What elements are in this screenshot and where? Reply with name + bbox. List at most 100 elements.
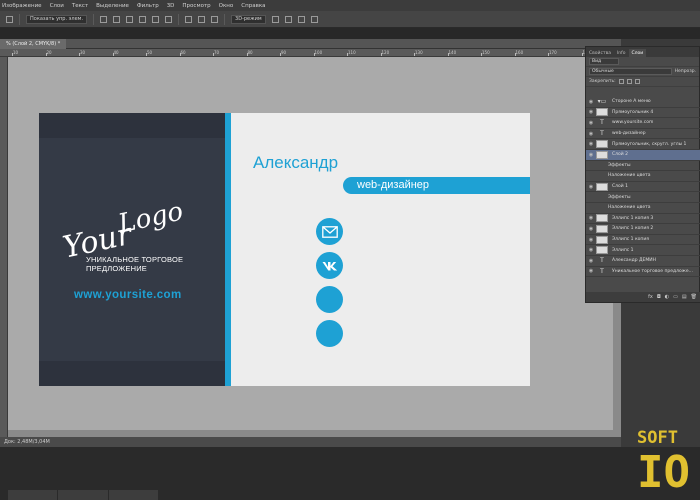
panel-tabs: Свойства Info Слои: [586, 47, 699, 57]
layer-thumbnail: [596, 214, 608, 223]
ruler-tick-label: 20: [46, 50, 52, 55]
layer-name: Наложение цвета: [608, 173, 651, 179]
visibility-eye-icon[interactable]: ◉: [586, 247, 596, 253]
kind-filter-select[interactable]: Вид: [589, 58, 619, 65]
menu-item[interactable]: Фильтр: [137, 3, 159, 9]
layer-row[interactable]: ◉ T Александр ДЕМИН: [586, 256, 700, 267]
lock-position-icon[interactable]: [626, 79, 632, 84]
panel-footer-button[interactable]: ◐: [665, 294, 669, 300]
3d-pan-icon[interactable]: [297, 15, 305, 23]
visibility-eye-icon[interactable]: ◉: [586, 109, 596, 115]
ruler-tick: [347, 53, 348, 56]
layer-name: Эллипс 1: [612, 247, 634, 253]
visibility-eye-icon[interactable]: ◉: [586, 184, 596, 190]
layer-thumbnail: [596, 182, 608, 191]
menu-item[interactable]: Справка: [241, 3, 265, 9]
scrollbar-horizontal[interactable]: [8, 430, 613, 437]
panel-footer-button[interactable]: ▤: [682, 294, 687, 300]
panel-footer-button[interactable]: ◘: [657, 294, 661, 300]
ruler-tick: [213, 53, 214, 56]
auto-select-option[interactable]: Показать упр. элем.: [26, 14, 88, 24]
layer-name: Слой 2: [612, 152, 628, 158]
tab-layers[interactable]: Слои: [628, 49, 647, 57]
panel-footer-button[interactable]: ▭: [673, 294, 678, 300]
visibility-eye-icon[interactable]: ◉: [586, 215, 596, 221]
layer-row[interactable]: ◉ T Уникальное торговое предложе...: [586, 267, 700, 278]
menu-item[interactable]: 3D: [167, 3, 175, 9]
layer-row[interactable]: ◉ Слой 2: [586, 149, 700, 161]
distribute-icon[interactable]: [198, 15, 206, 23]
bottom-tab[interactable]: [8, 490, 58, 500]
visibility-eye-icon[interactable]: ◉: [586, 226, 596, 232]
align-middle-icon[interactable]: [113, 15, 121, 23]
blank-circle-icon: [316, 286, 343, 313]
align-center-icon[interactable]: [152, 15, 160, 23]
layer-name: web-дизайнер: [612, 131, 646, 137]
blend-mode-select[interactable]: Обычные: [589, 68, 672, 75]
divider: [224, 13, 226, 25]
3d-rotate-icon[interactable]: [271, 15, 279, 23]
layer-thumbnail: [596, 224, 608, 233]
menu-item[interactable]: Просмотр: [182, 3, 210, 9]
document-tab[interactable]: % (Слой 2, CMYK/8) *: [0, 38, 67, 49]
layer-row[interactable]: ◉ Прямоугольник 4: [586, 108, 700, 119]
align-left-icon[interactable]: [139, 15, 147, 23]
3d-mode-option[interactable]: 3D-режим: [231, 14, 266, 24]
ruler-tick-label: 110: [348, 50, 356, 55]
menu-item[interactable]: Окно: [219, 3, 234, 9]
layer-row[interactable]: ◉ Tweb-дизайнер: [586, 129, 700, 140]
visibility-eye-icon[interactable]: ◉: [586, 99, 596, 105]
ruler-tick: [79, 53, 80, 56]
layer-thumbnail: [596, 140, 608, 149]
distribute-icon[interactable]: [211, 15, 219, 23]
layer-row[interactable]: ◉ Twww.yoursite.com: [586, 118, 700, 129]
align-right-icon[interactable]: [165, 15, 173, 23]
3d-slide-icon[interactable]: [310, 15, 318, 23]
menu-item[interactable]: Выделение: [96, 3, 129, 9]
layer-row[interactable]: ◉ Эллипс 1: [586, 245, 700, 256]
layer-row[interactable]: ◉ Эллипс 1 копия: [586, 235, 700, 246]
layer-row[interactable]: ◉ Слой 1: [586, 182, 700, 193]
bottom-tab[interactable]: [58, 490, 108, 500]
align-top-icon[interactable]: [100, 15, 108, 23]
visibility-eye-icon[interactable]: ◉: [586, 120, 596, 126]
folder-icon: ▾▭: [597, 98, 607, 106]
visibility-eye-icon[interactable]: ◉: [586, 258, 596, 264]
ruler-tick: [146, 53, 147, 56]
menu-item[interactable]: Текст: [72, 3, 88, 9]
ruler-tick: [481, 53, 482, 56]
lock-pixels-icon[interactable]: [618, 79, 624, 84]
layer-row[interactable]: Эффекты: [586, 192, 700, 203]
layer-name: www.yoursite.com: [612, 120, 654, 126]
layer-row[interactable]: ◉ Эллипс 1 копия 2: [586, 224, 700, 235]
menu-item[interactable]: Слои: [50, 3, 64, 9]
move-tool-icon[interactable]: [6, 15, 13, 23]
panel-footer-button[interactable]: 🗑: [691, 294, 697, 300]
bottom-tab[interactable]: [108, 490, 158, 500]
ruler-tick: [548, 53, 549, 56]
visibility-eye-icon[interactable]: ◉: [586, 141, 596, 147]
layer-row[interactable]: Наложение цвета: [586, 203, 700, 214]
layer-row[interactable]: Эффекты: [586, 161, 700, 172]
logo-word-your: Your: [61, 217, 136, 258]
3d-roll-icon[interactable]: [284, 15, 292, 23]
layer-row[interactable]: Наложение цвета: [586, 171, 700, 182]
lock-all-icon[interactable]: [634, 79, 640, 84]
tab-info[interactable]: Info: [614, 49, 629, 57]
visibility-eye-icon[interactable]: ◉: [586, 237, 596, 243]
menu-item[interactable]: Изображение: [2, 3, 42, 9]
tab-properties[interactable]: Свойства: [586, 49, 614, 57]
visibility-eye-icon[interactable]: ◉: [586, 152, 596, 158]
layer-row[interactable]: ◉ Эллипс 1 копия 3: [586, 214, 700, 225]
visibility-eye-icon[interactable]: ◉: [586, 131, 596, 137]
align-bottom-icon[interactable]: [126, 15, 134, 23]
layer-row[interactable]: ◉ ▾▭ Стороне A меню: [586, 97, 700, 108]
distribute-icon[interactable]: [185, 15, 193, 23]
visibility-eye-icon[interactable]: ◉: [586, 268, 596, 274]
ruler-tick: [514, 53, 516, 56]
panel-footer-button[interactable]: fx: [648, 294, 653, 300]
layer-row[interactable]: ◉ Прямоугольник, скругл. углы 1: [586, 139, 700, 150]
layer-name: Эллипс 1 копия 2: [612, 226, 654, 232]
ruler-tick: [179, 53, 181, 56]
text-layer-icon: T: [600, 257, 604, 265]
